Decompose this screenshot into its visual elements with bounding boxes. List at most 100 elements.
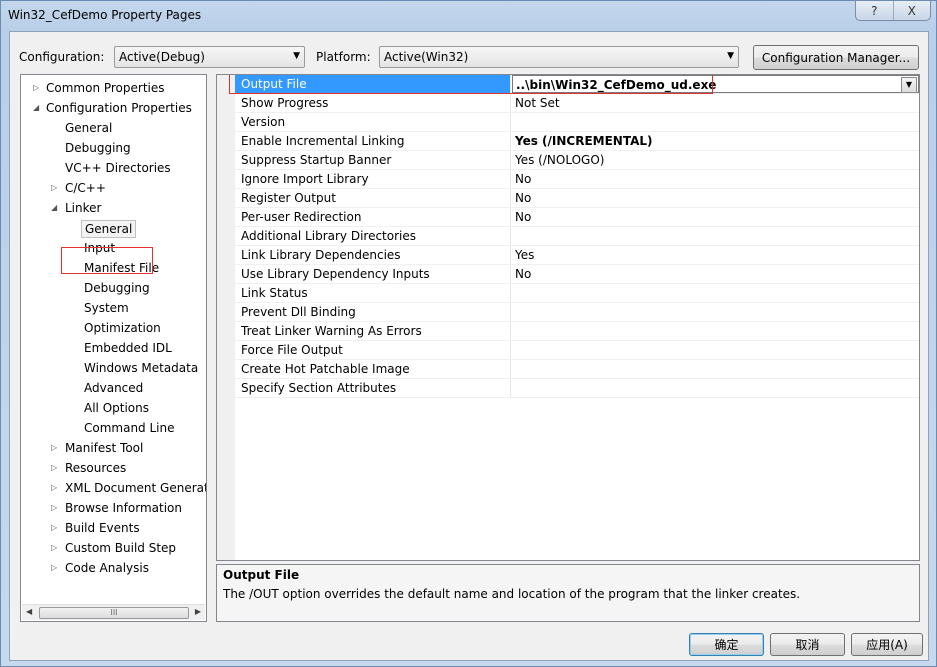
collapsed-triangle-icon[interactable]: ▷ (51, 183, 57, 192)
property-row[interactable]: Show Progress Not Set (235, 94, 919, 113)
collapsed-triangle-icon[interactable]: ▷ (51, 543, 57, 552)
description-text: The /OUT option overrides the default na… (223, 587, 801, 601)
title-bar: Win32_CefDemo Property Pages ? X (1, 1, 936, 31)
property-row[interactable]: Use Library Dependency Inputs No (235, 265, 919, 284)
property-value: Yes (/NOLOGO) (512, 151, 919, 169)
tree-item[interactable]: ▷ C/C++ (21, 179, 206, 198)
tree-item-label: Linker (65, 201, 102, 215)
collapsed-triangle-icon[interactable]: ▷ (51, 523, 57, 532)
tree-item[interactable]: ◢ Configuration Properties (21, 99, 206, 118)
tree-item[interactable]: ▷ Browse Information (21, 499, 206, 518)
tree-item[interactable]: General (21, 119, 206, 138)
tree-item-label: Manifest Tool (65, 441, 144, 455)
description-panel: Output File The /OUT option overrides th… (216, 564, 920, 622)
property-row[interactable]: Link Library Dependencies Yes (235, 246, 919, 265)
close-button[interactable]: X (892, 1, 931, 20)
tree-item-label: Windows Metadata (84, 361, 199, 375)
chevron-down-icon[interactable]: ▼ (901, 77, 917, 93)
tree-item[interactable]: Embedded IDL (21, 339, 206, 358)
property-value-text: Yes (/NOLOGO) (515, 153, 605, 167)
tree-item[interactable]: Optimization (21, 319, 206, 338)
tree-item-label: System (84, 301, 129, 315)
property-value (512, 284, 919, 302)
tree-item[interactable]: Advanced (21, 379, 206, 398)
scroll-right-icon[interactable]: ▶ (195, 607, 201, 616)
tree-item[interactable]: Debugging (21, 279, 206, 298)
tree-item[interactable]: System (21, 299, 206, 318)
tree-item[interactable]: ◢ Linker (21, 199, 206, 218)
tree-item[interactable]: ▷ Custom Build Step (21, 539, 206, 558)
property-value-text: Yes (/INCREMENTAL) (515, 134, 653, 148)
property-row[interactable]: Suppress Startup Banner Yes (/NOLOGO) (235, 151, 919, 170)
collapsed-triangle-icon[interactable]: ▷ (51, 563, 57, 572)
property-row[interactable]: Force File Output (235, 341, 919, 360)
property-row[interactable]: Enable Incremental Linking Yes (/INCREMEN… (235, 132, 919, 151)
horizontal-scrollbar[interactable]: ◀ III ▶ (22, 604, 205, 620)
collapsed-triangle-icon[interactable]: ▷ (51, 503, 57, 512)
property-row[interactable]: Additional Library Directories (235, 227, 919, 246)
scroll-left-icon[interactable]: ◀ (26, 607, 32, 616)
tree-item[interactable]: ▷ Manifest Tool (21, 439, 206, 458)
collapsed-triangle-icon[interactable]: ▷ (51, 443, 57, 452)
property-value: Yes (512, 246, 919, 264)
tree-item-label: Optimization (84, 321, 161, 335)
description-title: Output File (223, 568, 300, 582)
tree-item-label: Debugging (84, 281, 150, 295)
platform-value: Active(Win32) (384, 50, 469, 64)
property-name: Specify Section Attributes (235, 379, 511, 397)
property-value-text: No (515, 191, 532, 205)
property-name: Link Status (235, 284, 511, 302)
property-value (512, 113, 919, 131)
property-tree[interactable]: ◀ III ▶ ▷ Common Properties ◢ Configuration… (20, 74, 207, 622)
tree-item[interactable]: VC++ Directories (21, 159, 206, 178)
tree-item[interactable]: General (21, 219, 206, 238)
property-name: Per-user Redirection (235, 208, 511, 226)
expanded-triangle-icon[interactable]: ◢ (33, 103, 39, 112)
chevron-down-icon: ▼ (293, 51, 300, 61)
tree-item[interactable]: ▷ XML Document Generat (21, 479, 206, 498)
property-value: No (512, 189, 919, 207)
property-row[interactable]: Per-user Redirection No (235, 208, 919, 227)
collapsed-triangle-icon[interactable]: ▷ (51, 463, 57, 472)
property-pages-window: Win32_CefDemo Property Pages ? X Configu… (0, 0, 937, 667)
property-grid[interactable]: Output File ..\bin\Win32_CefDemo_ud.exe ▼ S… (216, 74, 920, 561)
tree-item[interactable]: Windows Metadata (21, 359, 206, 378)
property-row[interactable]: Ignore Import Library No (235, 170, 919, 189)
titlebar-buttons: ? X (855, 1, 931, 21)
platform-select[interactable]: Active(Win32) ▼ (379, 46, 739, 68)
property-row[interactable]: Treat Linker Warning As Errors (235, 322, 919, 341)
configuration-manager-button[interactable]: Configuration Manager... (753, 45, 919, 70)
tree-item[interactable]: Debugging (21, 139, 206, 158)
tree-item[interactable]: All Options (21, 399, 206, 418)
property-row[interactable]: Specify Section Attributes (235, 379, 919, 398)
collapsed-triangle-icon[interactable]: ▷ (51, 483, 57, 492)
chevron-down-icon: ▼ (727, 51, 734, 61)
tree-item-label: All Options (84, 401, 149, 415)
property-row[interactable]: Version (235, 113, 919, 132)
property-value (512, 322, 919, 340)
scrollbar-thumb[interactable]: III (39, 607, 189, 619)
configuration-select[interactable]: Active(Debug) ▼ (114, 46, 305, 68)
tree-item-label: C/C++ (65, 181, 106, 195)
property-value: No (512, 265, 919, 283)
property-row[interactable]: Register Output No (235, 189, 919, 208)
property-name: Register Output (235, 189, 511, 207)
tree-item[interactable]: ▷ Code Analysis (21, 559, 206, 578)
tree-item[interactable]: ▷ Common Properties (21, 79, 206, 98)
tree-item[interactable]: ▷ Build Events (21, 519, 206, 538)
help-button[interactable]: ? (856, 1, 893, 20)
property-row[interactable]: Prevent Dll Binding (235, 303, 919, 322)
cancel-button[interactable]: 取消 (770, 633, 845, 656)
collapsed-triangle-icon[interactable]: ▷ (33, 83, 39, 92)
property-row[interactable]: Link Status (235, 284, 919, 303)
property-value: No (512, 208, 919, 226)
expanded-triangle-icon[interactable]: ◢ (51, 203, 57, 212)
highlight-box (229, 75, 713, 94)
ok-button[interactable]: 确定 (689, 633, 764, 656)
property-row[interactable]: Create Hot Patchable Image (235, 360, 919, 379)
tree-item[interactable]: Command Line (21, 419, 206, 438)
apply-button[interactable]: 应用(A) (851, 633, 923, 656)
tree-item-label: Browse Information (65, 501, 182, 515)
property-name: Prevent Dll Binding (235, 303, 511, 321)
tree-item[interactable]: ▷ Resources (21, 459, 206, 478)
